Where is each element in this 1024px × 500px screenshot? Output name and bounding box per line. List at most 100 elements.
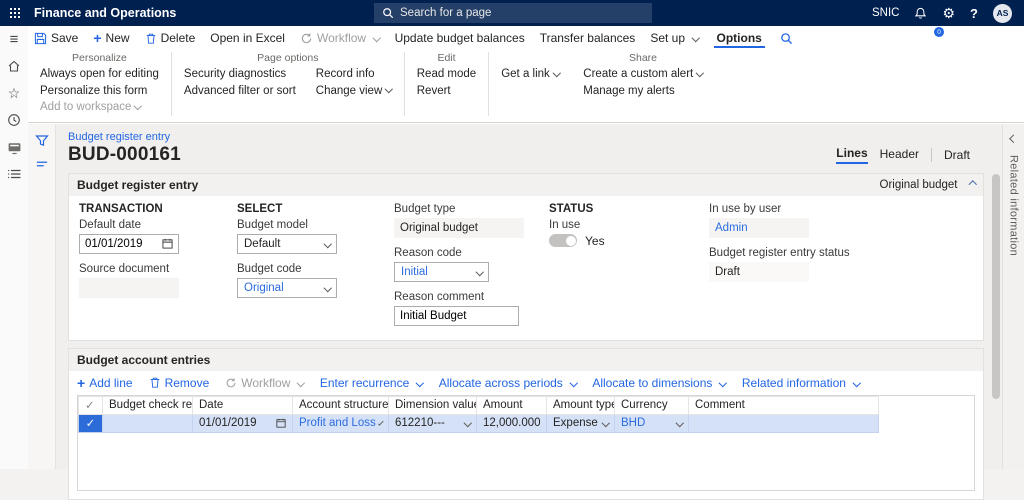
gear-icon[interactable]: ⚙ [942,6,955,20]
default-date-input[interactable] [85,238,158,250]
advanced-filter-or-sort-button[interactable]: Advanced filter or sort [184,83,296,100]
revert-button[interactable]: Revert [417,83,476,100]
in-use-toggle[interactable] [549,234,577,247]
personalize-this-form-button[interactable]: Personalize this form [40,83,159,100]
transfer-balances-button[interactable]: Transfer balances [540,31,636,45]
view-tabs: Lines Header Draft [836,146,984,164]
transaction-column: TRANSACTION Default date Source document [79,203,237,326]
account-structure-value[interactable]: Profit and Loss [299,417,376,429]
tab-lines[interactable]: Lines [836,146,867,164]
vertical-scrollbar[interactable] [990,124,1002,470]
filter-funnel-icon[interactable] [35,134,49,148]
security-diagnostics-button[interactable]: Security diagnostics [184,66,296,83]
close-icon[interactable] [1003,33,1014,44]
workspace-icon[interactable] [6,139,22,155]
enter-recurrence-button[interactable]: Enter recurrence [320,376,423,390]
calendar-icon[interactable] [162,238,173,249]
favorites-star-icon[interactable]: ☆ [6,85,22,101]
cell-dimension-values[interactable]: 612210--- [389,414,477,432]
workflow-button[interactable]: Workflow [300,31,380,45]
cell-currency[interactable]: BHD [615,414,689,432]
section-header[interactable]: Budget register entry Original budget [69,174,983,196]
table-row[interactable]: ✓ 01/01/2019 [79,414,879,432]
delete-button[interactable]: Delete [145,31,196,45]
save-label: Save [51,31,78,45]
always-open-for-editing-button[interactable]: Always open for editing [40,66,159,83]
change-view-button[interactable]: Change view [316,83,392,100]
set-up-button[interactable]: Set up [650,31,698,45]
allocate-to-dimensions-button[interactable]: Allocate to dimensions [592,376,726,390]
action-search-icon[interactable] [780,32,793,45]
row-checkbox[interactable]: ✓ [79,414,103,432]
modules-icon[interactable] [6,166,22,182]
related-information-panel[interactable]: Related information [1002,124,1024,470]
avatar[interactable]: AS [993,4,1012,23]
col-dimension-values[interactable]: Dimension values [389,396,477,414]
open-in-excel-button[interactable]: Open in Excel [210,31,285,45]
glasses-icon[interactable] [872,33,887,43]
delete-label: Delete [161,31,196,45]
new-button[interactable]: + New [93,31,129,45]
cell-comment[interactable] [689,414,879,432]
reason-code-select[interactable]: Initial [394,262,489,282]
reason-code-value[interactable]: Initial [401,266,428,278]
allocate-across-periods-button[interactable]: Allocate across periods [439,376,577,390]
tab-options[interactable]: Options [714,28,765,48]
popout-icon[interactable] [978,32,990,44]
default-date-field[interactable] [79,234,179,254]
office-icon[interactable] [900,32,912,45]
grid-related-information-button[interactable]: Related information [742,376,860,390]
col-amount-type[interactable]: Amount type [547,396,615,414]
view-badge[interactable]: Original budget [880,179,976,191]
recent-clock-icon[interactable] [6,112,22,128]
waffle-icon[interactable] [0,0,30,26]
get-a-link-button[interactable]: Get a link [501,66,559,83]
chevron-down-icon [692,34,700,42]
create-custom-alert-button[interactable]: Create a custom alert [583,66,702,83]
col-date[interactable]: Date [193,396,293,414]
budget-code-select[interactable]: Original [237,278,337,298]
breadcrumb[interactable]: Budget register entry [68,131,984,143]
company-picker[interactable]: SNIC [872,7,899,19]
help-icon[interactable]: ? [970,6,978,21]
global-search[interactable] [374,3,652,23]
select-group-label: SELECT [237,203,394,215]
budget-model-select[interactable]: Default [237,234,337,254]
bell-icon[interactable] [914,7,927,20]
section-header[interactable]: Budget account entries [69,349,983,371]
col-comment[interactable]: Comment [689,396,879,414]
currency-value[interactable]: BHD [621,417,645,429]
col-account-structure[interactable]: Account structure [293,396,389,414]
read-mode-button[interactable]: Read mode [417,66,476,83]
group-title: Page options [184,52,392,64]
cell-amount[interactable]: 12,000.000 [477,414,547,432]
search-input[interactable] [400,7,644,19]
manage-my-alerts-button[interactable]: Manage my alerts [583,83,702,100]
in-use-by-user-link[interactable]: Admin [715,222,748,234]
add-to-workspace-button[interactable]: Add to workspace [40,99,159,116]
refresh-icon[interactable] [952,32,965,45]
budget-code-value[interactable]: Original [244,282,284,294]
reason-comment-input[interactable] [400,310,513,322]
grid-workflow-button[interactable]: Workflow [225,376,304,390]
collapse-bars-icon[interactable] [36,160,48,168]
cell-account-structure[interactable]: Profit and Loss [293,414,389,432]
remove-button[interactable]: Remove [149,376,210,390]
scrollbar-thumb[interactable] [992,174,1000,399]
user-badge-icon[interactable]: 0 [925,31,939,45]
col-budget-check-results[interactable]: Budget check results [103,396,193,414]
reason-comment-field[interactable] [394,306,519,326]
col-amount[interactable]: Amount [477,396,547,414]
select-all-checkbox[interactable]: ✓ [79,396,103,414]
save-button[interactable]: Save [34,31,78,45]
calendar-icon[interactable] [276,418,286,428]
cell-amount-type[interactable]: Expense [547,414,615,432]
cell-date[interactable]: 01/01/2019 [193,414,293,432]
record-info-button[interactable]: Record info [316,66,392,83]
col-currency[interactable]: Currency [615,396,689,414]
tab-header[interactable]: Header [880,147,919,163]
hamburger-menu-icon[interactable]: ≡ [6,31,22,47]
home-icon[interactable] [6,58,22,74]
add-line-button[interactable]: + Add line [77,376,133,390]
update-budget-balances-button[interactable]: Update budget balances [395,31,525,45]
